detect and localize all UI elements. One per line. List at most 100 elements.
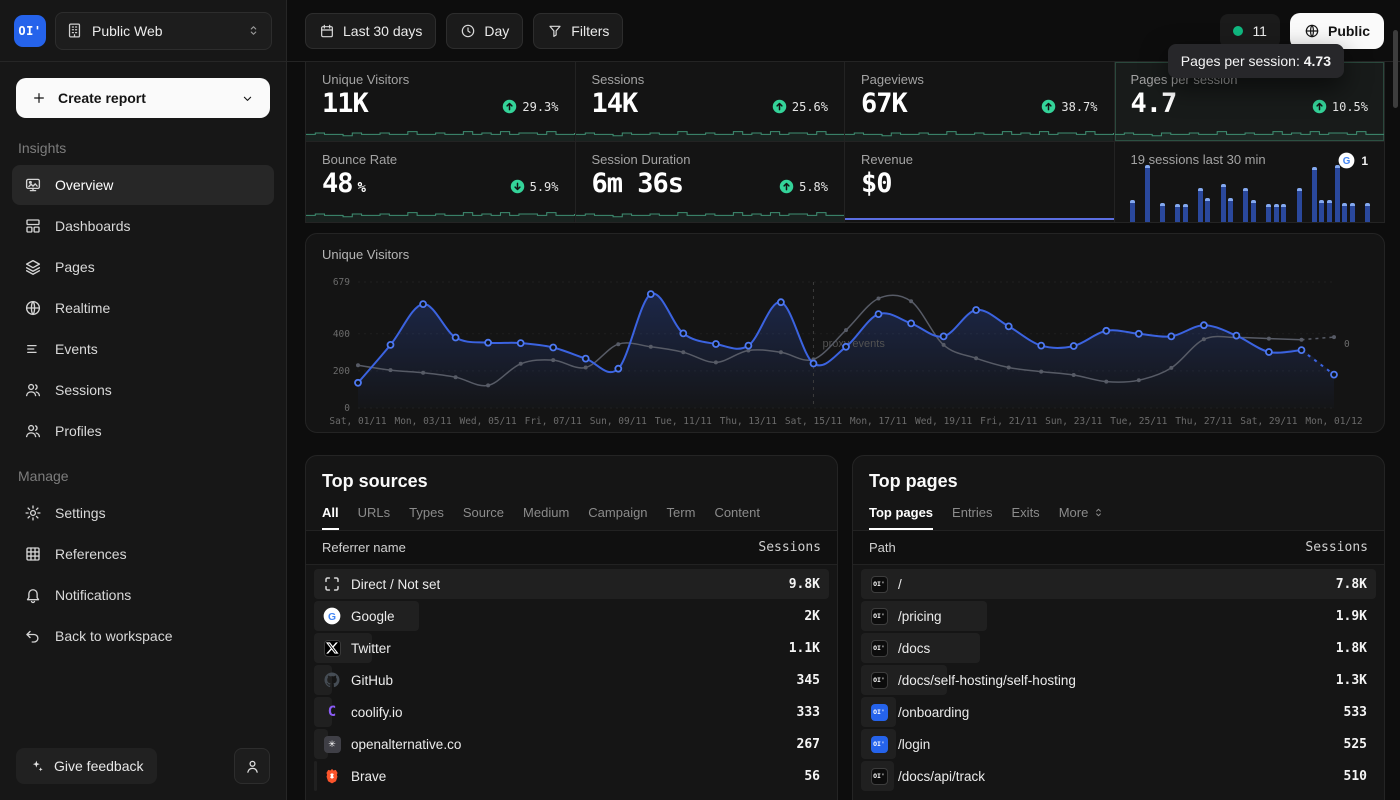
stat-card-session-duration[interactable]: Session Duration 6m 36s5.8% [576, 142, 846, 222]
table-row-partial[interactable]: OI' [861, 793, 1376, 800]
chart-title: Unique Visitors [322, 247, 1368, 262]
column-sessions: Sessions [758, 540, 821, 555]
svg-text:679: 679 [333, 277, 350, 288]
tab-types[interactable]: Types [409, 505, 444, 530]
tab-exits[interactable]: Exits [1012, 505, 1040, 530]
sidebar-item-realtime[interactable]: Realtime [12, 288, 274, 328]
svg-text:Sun, 09/11: Sun, 09/11 [590, 416, 647, 427]
realtime-bar [1312, 167, 1317, 222]
create-report-label: Create report [58, 90, 146, 106]
table-row[interactable]: Brave 56 [314, 761, 829, 791]
tab-source[interactable]: Source [463, 505, 504, 530]
trend-up-icon [779, 179, 794, 194]
tab-all[interactable]: All [322, 505, 339, 530]
direct-favicon-icon [323, 575, 341, 593]
sidebar-footer: Give feedback [0, 734, 286, 800]
page-scrollbar[interactable] [1393, 30, 1398, 108]
overview-icon [24, 176, 42, 194]
globe-icon [24, 299, 42, 317]
stat-card-revenue[interactable]: Revenue $0 [845, 142, 1115, 222]
table-row[interactable]: OI' /docs 1.8K [861, 633, 1376, 663]
row-label: /docs/api/track [898, 769, 985, 784]
stat-card-19-sessions-last-30-min[interactable]: 19 sessions last 30 min G1 [1115, 142, 1385, 222]
realtime-bar [1130, 200, 1135, 222]
app-logo[interactable]: OI' [14, 15, 46, 47]
unique-visitors-chart[interactable]: proxy events67940020000Sat, 01/11Mon, 03… [322, 268, 1368, 428]
tab-medium[interactable]: Medium [523, 505, 569, 530]
row-value: 510 [1344, 769, 1367, 784]
stat-card-sessions[interactable]: Sessions 14K25.6% [576, 62, 846, 142]
sidebar-item-overview[interactable]: Overview [12, 165, 274, 205]
table-rows: Direct / Not set 9.8K G Google 2K Twitte… [306, 565, 837, 800]
table-row[interactable]: GitHub 345 [314, 665, 829, 695]
sidebar-nav: Insights Overview Dashboards Pages Realt… [0, 124, 286, 657]
workspace-selector[interactable]: Public Web [55, 12, 272, 50]
kpi-stats-grid: Unique Visitors 11K29.3%Sessions 14K25.6… [305, 62, 1385, 223]
tab-content[interactable]: Content [714, 505, 760, 530]
realtime-bar [1183, 204, 1188, 222]
table-row[interactable]: Twitter 1.1K [314, 633, 829, 663]
tab-top-pages[interactable]: Top pages [869, 505, 933, 530]
sidebar-item-dashboards[interactable]: Dashboards [12, 206, 274, 246]
stat-card-unique-visitors[interactable]: Unique Visitors 11K29.3% [306, 62, 576, 142]
filters-button[interactable]: Filters [533, 13, 623, 49]
table-row[interactable]: ✳ openalternative.co 267 [314, 729, 829, 759]
table-row[interactable]: Direct / Not set 9.8K [314, 569, 829, 599]
table-row[interactable]: OI' /docs/api/track 510 [861, 761, 1376, 791]
date-range-button[interactable]: Last 30 days [305, 13, 436, 49]
gear-icon [24, 504, 42, 522]
sidebar-item-events[interactable]: Events [12, 329, 274, 369]
chevron-down-icon [240, 91, 255, 106]
row-label: openalternative.co [351, 737, 461, 752]
realtime-bar [1350, 203, 1355, 222]
stat-value: 6m 36s [592, 170, 684, 197]
user-menu-button[interactable] [234, 748, 270, 784]
table-rows: OI' / 7.8K OI' /pricing 1.9K OI' /docs 1… [853, 565, 1384, 800]
tab-entries[interactable]: Entries [952, 505, 992, 530]
trend-up-icon [772, 99, 787, 114]
interval-button[interactable]: Day [446, 13, 523, 49]
table-header: Path Sessions [853, 530, 1384, 565]
stat-value: 67K [861, 90, 907, 117]
realtime-bar [1281, 204, 1286, 222]
sidebar-item-notifications[interactable]: Notifications [12, 575, 274, 615]
table-row[interactable]: C coolify.io 333 [314, 697, 829, 727]
sidebar-item-sessions[interactable]: Sessions [12, 370, 274, 410]
active-visitors-badge[interactable]: 11 [1220, 14, 1280, 48]
stat-label: Sessions [592, 72, 829, 87]
filters-label: Filters [571, 23, 609, 39]
op-dark-favicon-icon: OI' [870, 607, 888, 625]
stat-label: Pageviews [861, 72, 1098, 87]
sidebar-item-references[interactable]: References [12, 534, 274, 574]
sidebar-item-pages[interactable]: Pages [12, 247, 274, 287]
sidebar-item-profiles[interactable]: Profiles [12, 411, 274, 451]
tab-term[interactable]: Term [667, 505, 696, 530]
table-row[interactable]: OI' / 7.8K [861, 569, 1376, 599]
section-label-insights: Insights [0, 124, 286, 164]
sidebar-item-label: Notifications [55, 587, 131, 603]
row-value: 333 [797, 705, 820, 720]
stat-card-bounce-rate[interactable]: Bounce Rate 48%5.9% [306, 142, 576, 222]
stat-label: Bounce Rate [322, 152, 559, 167]
give-feedback-button[interactable]: Give feedback [16, 748, 157, 784]
tab-more[interactable]: More [1059, 505, 1106, 530]
stat-sparkline [1115, 126, 1385, 141]
table-row[interactable]: OI' /docs/self-hosting/self-hosting 1.3K [861, 665, 1376, 695]
table-row[interactable]: G Google 2K [314, 601, 829, 631]
sidebar-item-settings[interactable]: Settings [12, 493, 274, 533]
tab-campaign[interactable]: Campaign [588, 505, 647, 530]
svg-text:Wed, 05/11: Wed, 05/11 [459, 416, 516, 427]
tab-urls[interactable]: URLs [358, 505, 391, 530]
table-row[interactable]: OI' /login 525 [861, 729, 1376, 759]
svg-text:200: 200 [333, 366, 350, 377]
dashboards-icon [24, 217, 42, 235]
sidebar-item-back-to-workspace[interactable]: Back to workspace [12, 616, 274, 656]
table-row[interactable]: OI' /pricing 1.9K [861, 601, 1376, 631]
table-row-partial[interactable] [314, 793, 829, 800]
stat-card-pageviews[interactable]: Pageviews 67K38.7% [845, 62, 1115, 142]
table-row[interactable]: OI' /onboarding 533 [861, 697, 1376, 727]
undo-icon [24, 627, 42, 645]
row-value: 525 [1344, 737, 1367, 752]
create-report-button[interactable]: Create report [16, 78, 270, 118]
row-value: 1.3K [1336, 673, 1367, 688]
